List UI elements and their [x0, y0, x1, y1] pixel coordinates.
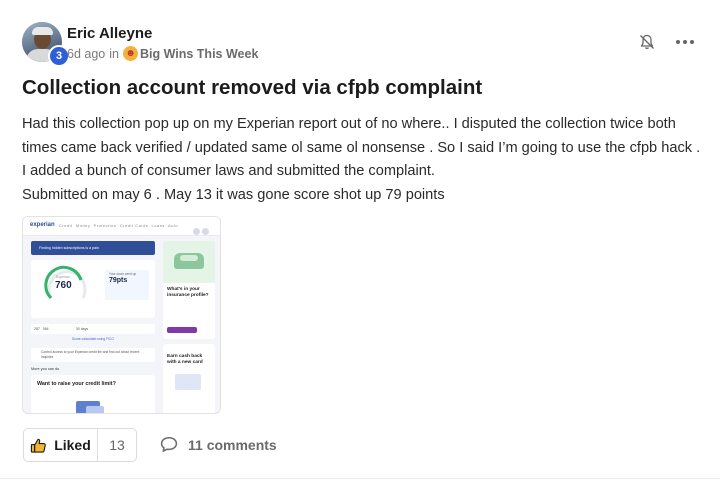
thumbs-up-icon	[31, 438, 47, 453]
party-face-icon: ☻	[122, 46, 138, 61]
attachment-image[interactable]: experian Credit Money Protection Credit …	[22, 216, 221, 414]
author-avatar[interactable]: 3	[22, 22, 70, 67]
like-count[interactable]: 13	[97, 428, 137, 462]
like-label: Liked	[54, 437, 91, 453]
in-label: in	[109, 46, 119, 61]
post-title: Collection account removed via cfpb comp…	[22, 76, 483, 99]
bell-icon[interactable]	[638, 33, 656, 51]
score-change: 79pts	[109, 277, 128, 284]
raise-limit-title: Want to raise your credit limit?	[37, 381, 116, 387]
divider	[0, 478, 720, 479]
experian-logo: experian	[30, 222, 55, 228]
post-body: Had this collection pop up on my Experia…	[22, 113, 702, 207]
post-card: 3 Eric Alleyne 6d ago in ☻ Big Wins This…	[0, 0, 720, 481]
like-button[interactable]: Liked	[23, 428, 97, 462]
post-body-paragraph: Had this collection pop up on my Experia…	[22, 116, 701, 179]
more-options-icon[interactable]	[676, 36, 694, 48]
insurance-ad-title: What's in your insurance profile?	[167, 287, 209, 298]
comments-button[interactable]: 11 comments	[160, 436, 277, 453]
post-time: 6d ago	[67, 46, 106, 61]
author-name[interactable]: Eric Alleyne	[67, 25, 152, 42]
cashback-ad-title: Earn cash back with a new card	[167, 354, 203, 365]
post-meta: 6d ago in ☻ Big Wins This Week	[67, 46, 258, 61]
group-link[interactable]: Big Wins This Week	[140, 47, 258, 61]
comment-bubble-icon	[160, 437, 178, 452]
post-body-paragraph: Submitted on may 6 . May 13 it was gone …	[22, 186, 445, 203]
comments-label: 11 comments	[188, 436, 277, 453]
credit-score: 760	[55, 280, 72, 291]
